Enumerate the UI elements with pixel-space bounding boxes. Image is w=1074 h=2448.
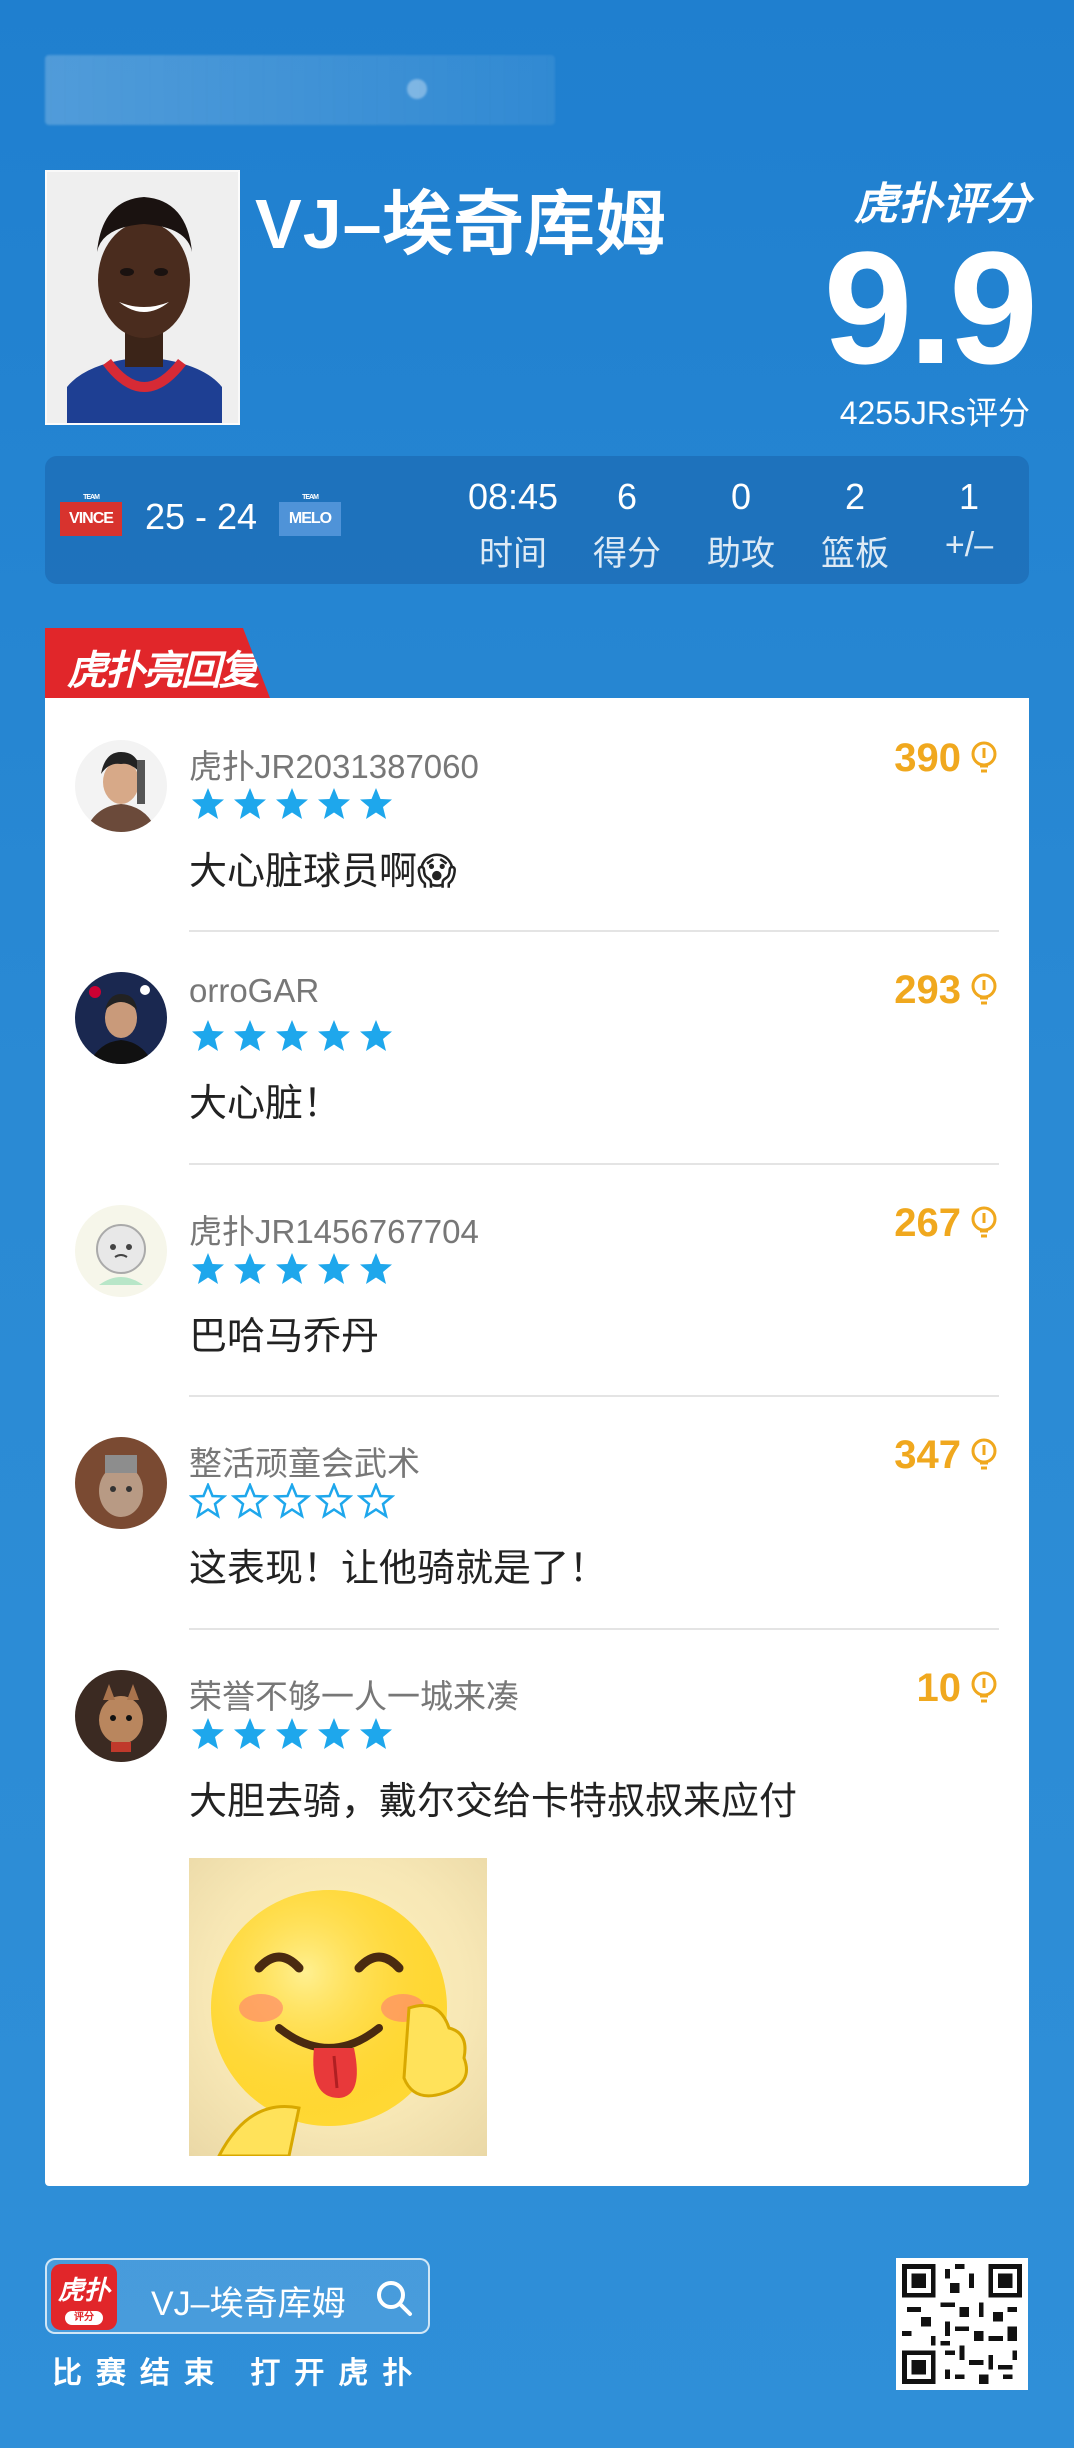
star-icon [192,788,224,819]
star-icon [318,1718,350,1749]
comment-text: 大心脏球员啊😱 [189,851,457,893]
user-avatar[interactable] [75,972,167,1064]
game-stats-panel: TEAM VINCE 25 - 24 TEAM MELO 08:45 时间 6 得分 0… [45,456,1029,584]
lightbulb-icon[interactable] [969,1670,999,1706]
team-vince-logo: TEAM VINCE [60,494,122,536]
star-icon [315,1483,353,1519]
comment-text: 巴哈马乔丹 [189,1316,380,1358]
rating-stars [189,786,395,822]
lightbulb-icon[interactable] [969,1437,999,1473]
user-avatar[interactable] [75,1670,167,1762]
star-icon [318,788,350,819]
star-icon [276,788,308,819]
stat-plus-minus: 1 +/– [944,476,994,564]
comment-username[interactable]: orroGAR [189,972,319,1010]
divider [189,1395,999,1397]
comment-text: 这表现！让他骑就是了！ [189,1548,608,1590]
comment-like-count: 10 [916,1666,962,1710]
search-query-text: VJ–埃奇库姆 [151,2285,346,2323]
lightbulb-icon[interactable] [969,1205,999,1241]
star-icon [192,1253,224,1284]
star-icon [360,788,392,819]
team-melo-logo: TEAM MELO [279,494,341,536]
star-icon [276,1718,308,1749]
stat-rebounds: 2 篮板 [821,476,889,573]
rating-count: 4255JRs评分 [839,395,1030,431]
rating-stars [189,1018,395,1054]
qr-code [896,2258,1028,2390]
star-icon [234,1020,266,1051]
comment-like-count: 347 [894,1433,961,1477]
bottom-search-bar[interactable]: 虎扑 评分 VJ–埃奇库姆 [45,2258,430,2334]
star-icon [192,1718,224,1749]
blurred-icon [407,79,427,99]
comments-card: 虎扑JR2031387060 390 大心脏球员啊😱 orroGAR 293 大… [45,698,1029,2186]
star-icon [273,1483,311,1519]
star-icon [189,1483,227,1519]
star-icon [318,1253,350,1284]
player-score: 9.9 [823,218,1038,397]
comment-username[interactable]: 虎扑JR1456767704 [189,1205,479,1253]
stat-points: 6 得分 [593,476,661,573]
comment-like-count: 293 [894,968,961,1012]
divider [189,1163,999,1165]
stat-time: 08:45 时间 [467,476,559,573]
user-avatar[interactable] [75,1205,167,1297]
comment-like-count: 390 [894,736,961,780]
star-icon [234,1253,266,1284]
star-icon [318,1020,350,1051]
star-icon [360,1718,392,1749]
hupu-app-icon: 虎扑 评分 [51,2264,117,2330]
star-icon [360,1253,392,1284]
game-score: 25 - 24 [145,496,258,537]
star-icon [192,1020,224,1051]
user-avatar[interactable] [75,740,167,832]
player-photo [45,170,240,425]
rating-stars [189,1483,395,1519]
comment-username[interactable]: 荣誉不够一人一城来凑 [189,1670,519,1718]
star-icon [276,1253,308,1284]
blurred-header-bar [45,55,555,125]
star-icon [234,788,266,819]
comment-text: 大胆去骑，戴尔交给卡特叔叔来应付 [189,1781,798,1823]
star-icon [360,1020,392,1051]
lightbulb-icon[interactable] [969,740,999,776]
comment-text: 大心脏！ [189,1083,342,1125]
star-icon [234,1718,266,1749]
stat-assists: 0 助攻 [707,476,775,573]
divider [189,930,999,932]
lightbulb-icon[interactable] [969,972,999,1008]
footer-caption: 比赛结束 打开虎扑 [52,2357,427,2390]
comment-username[interactable]: 整活顽童会武术 [189,1437,420,1485]
player-name: VJ–埃奇库姆 [255,185,667,263]
star-icon [231,1483,269,1519]
comment-username[interactable]: 虎扑JR2031387060 [189,740,479,788]
star-icon [357,1483,395,1519]
comment-sticker-image[interactable] [189,1858,487,2156]
user-avatar[interactable] [75,1437,167,1529]
star-icon [276,1020,308,1051]
search-icon[interactable] [374,2278,414,2318]
rating-stars [189,1716,395,1752]
hot-replies-tag: 虎扑亮回复 [45,628,270,698]
rating-stars [189,1251,395,1287]
comment-like-count: 267 [894,1201,961,1245]
divider [189,1628,999,1630]
